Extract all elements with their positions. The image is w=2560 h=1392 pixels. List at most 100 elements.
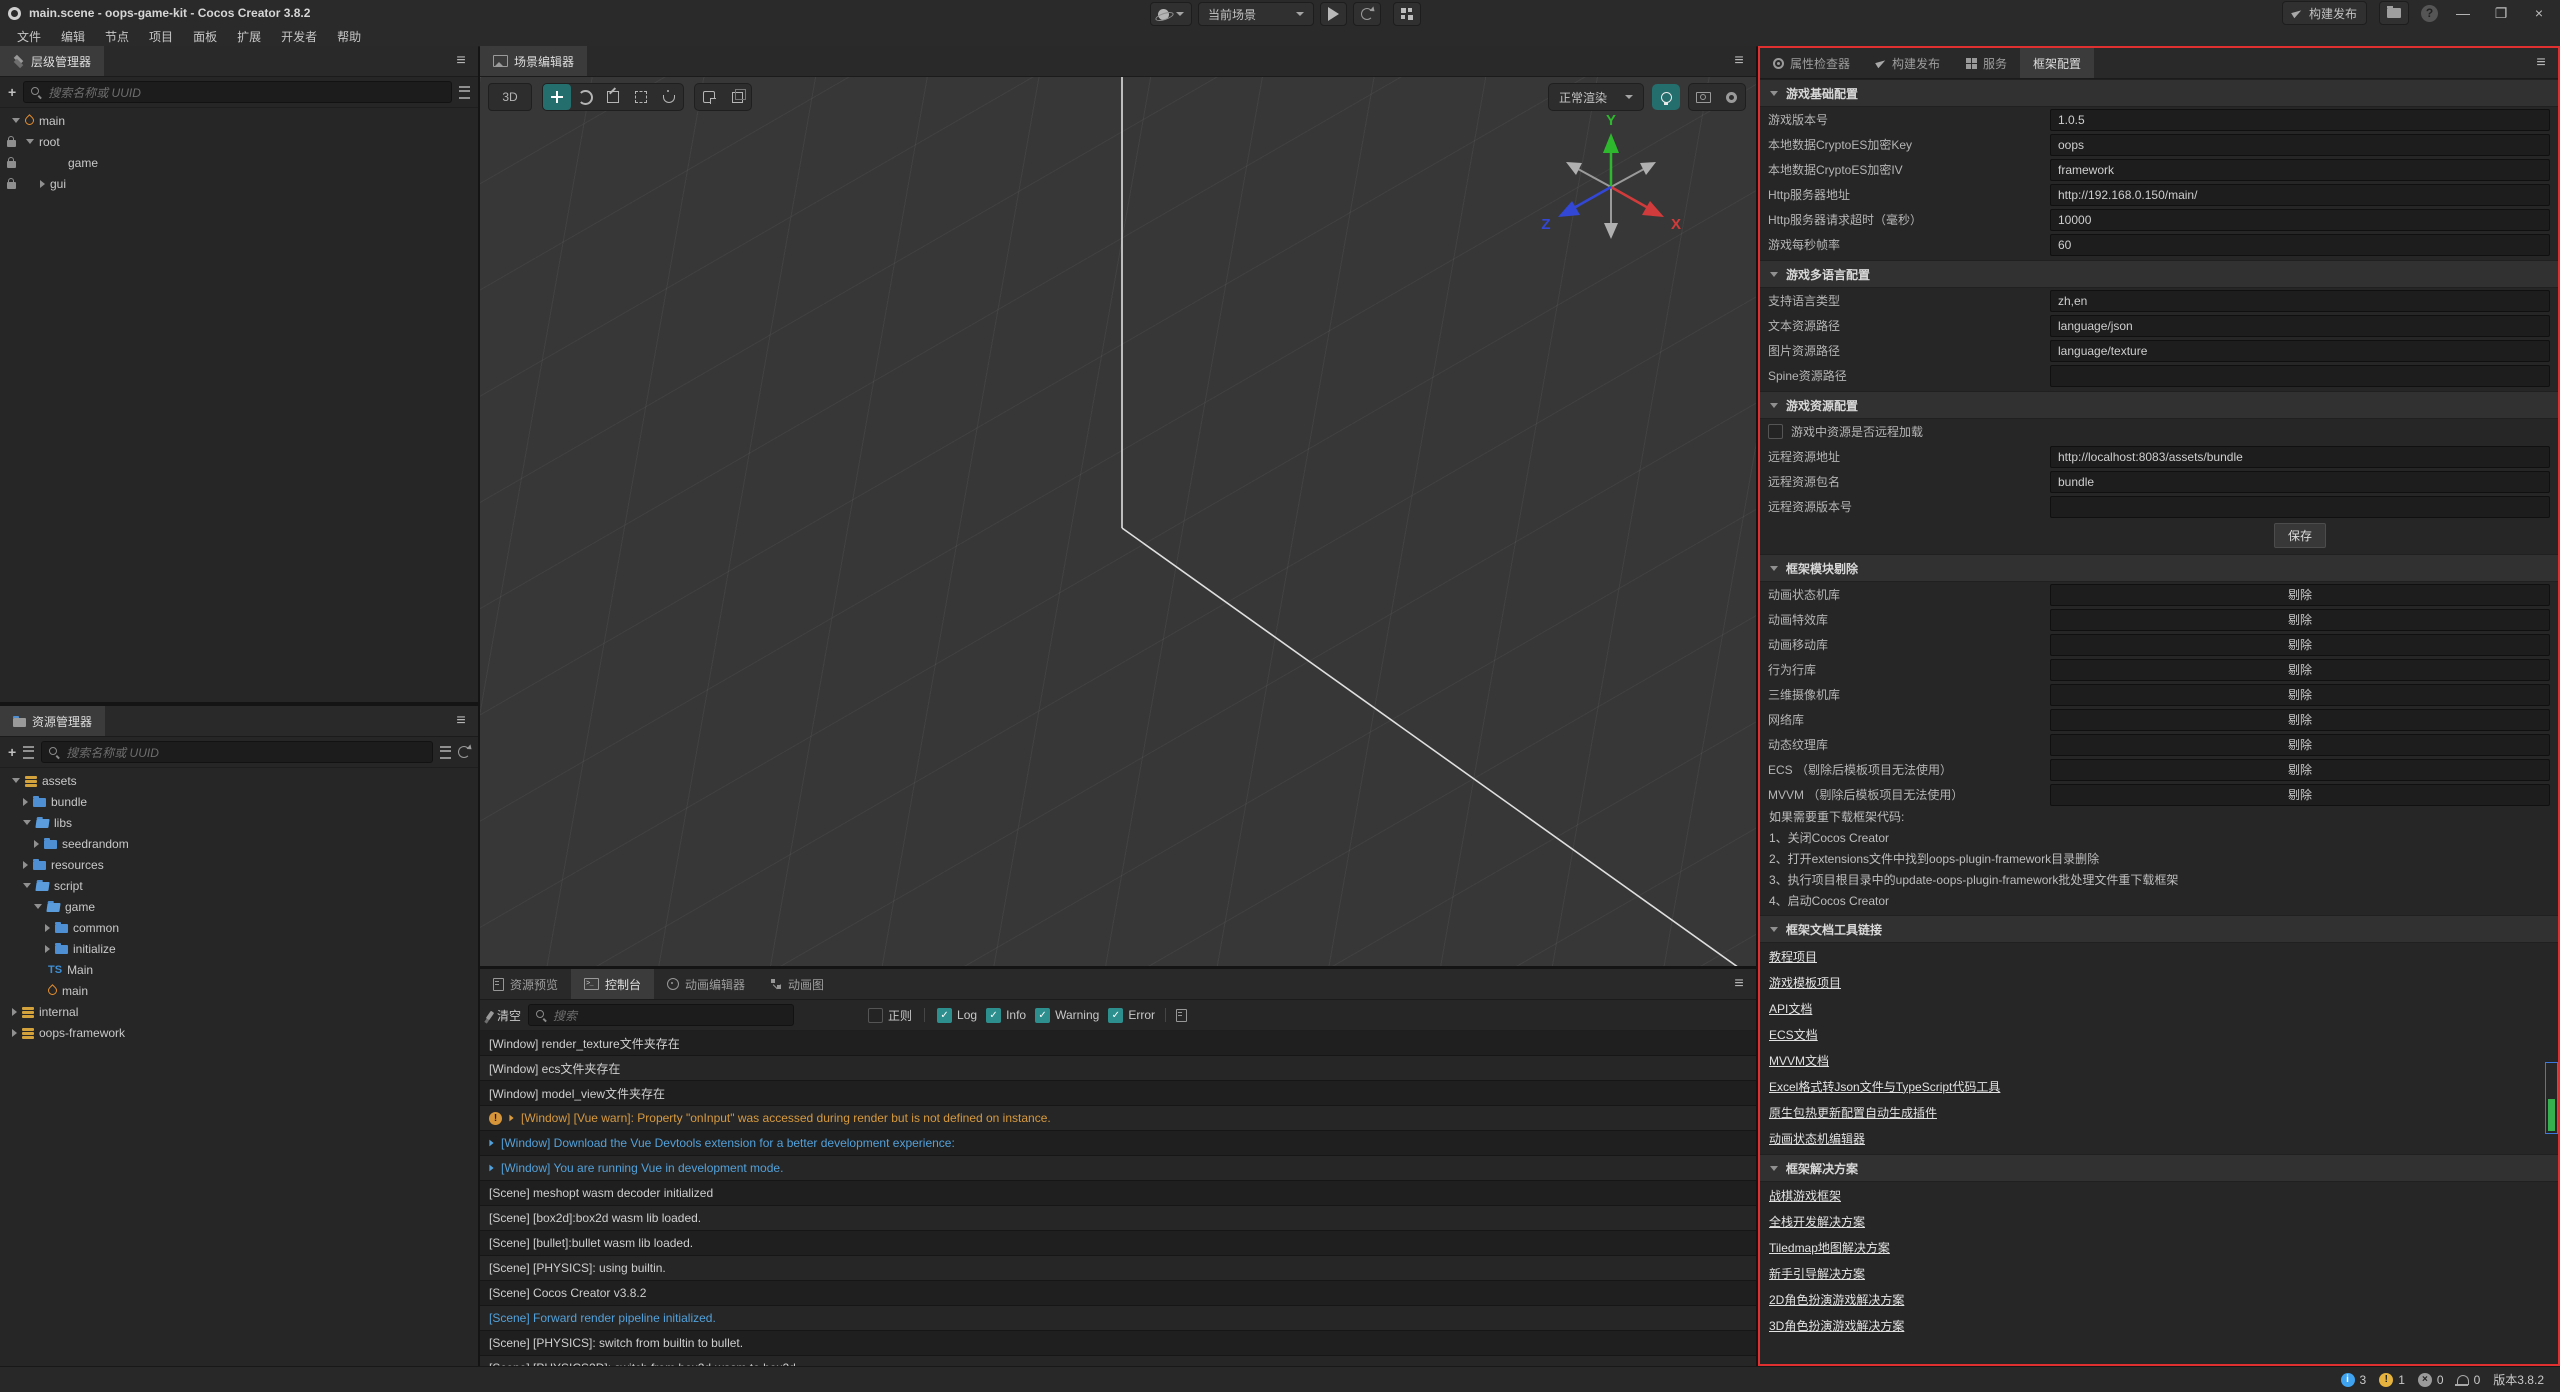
snap-tool-button[interactable] xyxy=(695,84,723,110)
section-header[interactable]: 框架文档工具链接 xyxy=(1760,915,2558,943)
doc-link[interactable]: Tiledmap地图解决方案 xyxy=(1769,1239,1890,1256)
chevron-right-icon[interactable] xyxy=(23,861,28,869)
warning-count[interactable]: ! 1 xyxy=(2379,1373,2405,1387)
chevron-right-icon[interactable] xyxy=(12,1008,17,1016)
console-menu-button[interactable]: ≡ xyxy=(1722,969,1756,999)
maximize-button[interactable]: ❐ xyxy=(2488,5,2514,22)
toggle-3d-button[interactable]: 3D xyxy=(488,83,532,111)
config-input[interactable] xyxy=(2050,340,2550,362)
config-input[interactable] xyxy=(2050,159,2550,181)
tab-hierarchy[interactable]: 层级管理器 xyxy=(0,46,104,76)
console-log-row[interactable]: [Scene] [PHYSICS]: switch from builtin t… xyxy=(480,1331,1756,1356)
config-input[interactable] xyxy=(2050,234,2550,256)
restart-button[interactable] xyxy=(1353,2,1381,26)
asset-node[interactable]: libs xyxy=(0,812,478,833)
info-count[interactable]: i 3 xyxy=(2341,1373,2367,1387)
asset-node[interactable]: resources xyxy=(0,854,478,875)
collapse-section-icon[interactable] xyxy=(1770,91,1778,96)
inspector-tab[interactable]: 构建发布 xyxy=(1863,48,1953,78)
asset-node[interactable]: assets xyxy=(0,770,478,791)
asset-node[interactable]: main xyxy=(0,980,478,1001)
tab-assets[interactable]: 资源管理器 xyxy=(0,706,105,736)
chevron-right-icon[interactable] xyxy=(45,924,50,932)
asset-node[interactable]: TSMain xyxy=(0,959,478,980)
menu-item[interactable]: 文件 xyxy=(8,28,50,45)
add-node-button[interactable]: + xyxy=(8,85,16,99)
remove-module-button[interactable]: 剔除 xyxy=(2050,709,2550,731)
axis-z-cone[interactable] xyxy=(1558,201,1580,217)
config-input[interactable] xyxy=(2050,109,2550,131)
chevron-down-icon[interactable] xyxy=(12,118,20,123)
doc-link[interactable]: 动画状态机编辑器 xyxy=(1769,1130,1865,1147)
collapse-section-icon[interactable] xyxy=(1770,1166,1778,1171)
console-tab[interactable]: >_控制台 xyxy=(571,969,654,999)
expand-log-icon[interactable] xyxy=(489,1165,493,1172)
console-log-row[interactable]: [Scene] [bullet]:bullet wasm lib loaded. xyxy=(480,1231,1756,1256)
hierarchy-node[interactable]: gui xyxy=(0,173,478,194)
lock-icon[interactable] xyxy=(7,182,16,189)
preview-qr-button[interactable] xyxy=(1393,2,1421,26)
refresh-icon[interactable] xyxy=(458,746,470,758)
asset-node[interactable]: common xyxy=(0,917,478,938)
inspector-menu-button[interactable]: ≡ xyxy=(2524,48,2558,78)
open-project-folder-button[interactable] xyxy=(2379,1,2409,25)
clear-console-button[interactable]: 清空 xyxy=(488,1007,521,1024)
asset-node[interactable]: internal xyxy=(0,1001,478,1022)
collapse-section-icon[interactable] xyxy=(1770,272,1778,277)
log-filter-checkbox[interactable]: ✓Warning xyxy=(1035,1008,1099,1023)
config-input[interactable] xyxy=(2050,365,2550,387)
doc-link[interactable]: Excel格式转Json文件与TypeScript代码工具 xyxy=(1769,1078,2000,1095)
scene-settings-button[interactable] xyxy=(1717,84,1745,110)
remove-module-button[interactable]: 剔除 xyxy=(2050,759,2550,781)
doc-link[interactable]: API文档 xyxy=(1769,1000,1812,1017)
scene-select-dropdown[interactable]: 当前场景 xyxy=(1198,2,1314,26)
scene-menu-button[interactable]: ≡ xyxy=(1722,46,1756,76)
scale-tool-button[interactable] xyxy=(599,84,627,110)
doc-link[interactable]: MVVM文档 xyxy=(1769,1052,1829,1069)
play-button[interactable] xyxy=(1320,2,1347,26)
asset-node[interactable]: seedrandom xyxy=(0,833,478,854)
add-asset-button[interactable]: + xyxy=(8,745,16,759)
chevron-right-icon[interactable] xyxy=(12,1029,17,1037)
gizmo-tool-button[interactable] xyxy=(655,84,683,110)
chevron-down-icon[interactable] xyxy=(12,778,20,783)
inspector-tab[interactable]: 框架配置 xyxy=(2020,48,2094,78)
console-search-input[interactable]: 搜索 xyxy=(528,1004,794,1026)
menu-item[interactable]: 帮助 xyxy=(328,28,370,45)
hierarchy-node[interactable]: main xyxy=(0,110,478,131)
scrollbar-thumb[interactable] xyxy=(2548,1099,2555,1131)
config-input[interactable] xyxy=(2050,209,2550,231)
menu-item[interactable]: 节点 xyxy=(96,28,138,45)
doc-link[interactable]: 3D角色扮演游戏解决方案 xyxy=(1769,1317,1904,1334)
config-input[interactable] xyxy=(2050,184,2550,206)
lock-icon[interactable] xyxy=(7,140,16,147)
config-input[interactable] xyxy=(2050,290,2550,312)
console-log-row[interactable]: ![Window] [Vue warn]: Property "onInput"… xyxy=(480,1106,1756,1131)
inspector-tab[interactable]: 属性检查器 xyxy=(1760,48,1863,78)
remove-module-button[interactable]: 剔除 xyxy=(2050,734,2550,756)
scene-camera-button[interactable] xyxy=(1689,84,1717,110)
minimize-button[interactable]: — xyxy=(2450,5,2476,21)
doc-link[interactable]: 战棋游戏框架 xyxy=(1769,1187,1841,1204)
filter-icon[interactable] xyxy=(459,86,470,99)
doc-link[interactable]: 新手引导解决方案 xyxy=(1769,1265,1865,1282)
hierarchy-menu-button[interactable]: ≡ xyxy=(444,46,478,76)
menu-item[interactable]: 编辑 xyxy=(52,28,94,45)
asset-node[interactable]: script xyxy=(0,875,478,896)
asset-node[interactable]: game xyxy=(0,896,478,917)
section-header[interactable]: 游戏资源配置 xyxy=(1760,391,2558,419)
sort-assets-icon[interactable] xyxy=(23,746,34,759)
log-filter-checkbox[interactable]: ✓Error xyxy=(1108,1008,1155,1023)
console-log-row[interactable]: [Window] You are running Vue in developm… xyxy=(480,1156,1756,1181)
doc-link[interactable]: 教程项目 xyxy=(1769,948,1817,965)
menu-item[interactable]: 扩展 xyxy=(228,28,270,45)
console-log-row[interactable]: [Scene] meshopt wasm decoder initialized xyxy=(480,1181,1756,1206)
save-button[interactable]: 保存 xyxy=(2274,523,2326,548)
remote-load-checkbox-row[interactable]: 游戏中资源是否远程加载 xyxy=(1760,419,2558,444)
remove-module-button[interactable]: 剔除 xyxy=(2050,634,2550,656)
console-log-row[interactable]: [Scene] Forward render pipeline initiali… xyxy=(480,1306,1756,1331)
rotate-tool-button[interactable] xyxy=(571,84,599,110)
remove-module-button[interactable]: 剔除 xyxy=(2050,659,2550,681)
doc-link[interactable]: ECS文档 xyxy=(1769,1026,1818,1043)
local-global-button[interactable] xyxy=(723,84,751,110)
